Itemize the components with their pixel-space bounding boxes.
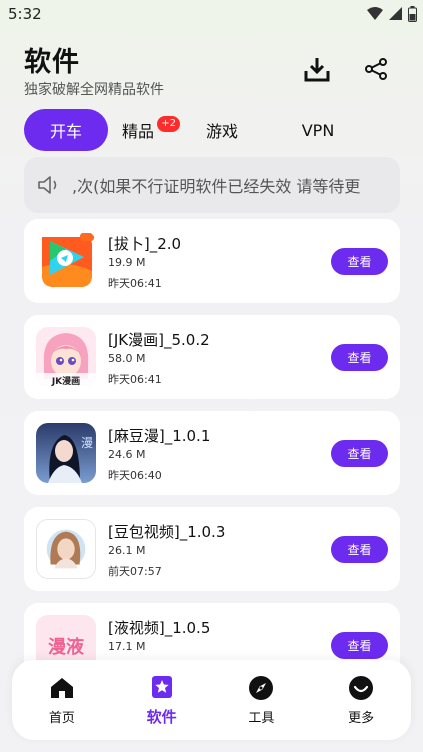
app-name: [液视频]_1.0.5 [108, 619, 211, 637]
download-button[interactable] [302, 54, 332, 84]
nav-label: 首页 [48, 710, 75, 726]
app-name: [麻豆漫]_1.0.1 [108, 427, 211, 445]
battery-icon [408, 6, 417, 22]
download-icon [304, 58, 330, 82]
svg-text:漫: 漫 [81, 436, 93, 450]
svg-text:JK漫画: JK漫画 [51, 375, 80, 387]
view-button[interactable]: 查看 [331, 248, 388, 275]
view-button[interactable]: 查看 [331, 632, 388, 659]
nav-label: 软件 [146, 707, 177, 726]
home-icon [49, 675, 75, 701]
app-time: 昨天06:41 [108, 373, 162, 386]
status-bar: 5:32 [0, 0, 423, 30]
smile-icon [348, 675, 374, 701]
category-tabs: 开车 精品 +2 游戏 VPN [24, 109, 348, 151]
nav-label: 工具 [248, 710, 275, 726]
app-size: 58.0 M [108, 352, 146, 365]
nav-label: 更多 [348, 710, 375, 726]
nav-software[interactable]: 软件 [112, 660, 212, 740]
app-time: 昨天06:40 [108, 469, 162, 482]
list-item[interactable]: [豆包视频]_1.0.3 26.1 M 前天07:57 查看 [24, 507, 400, 591]
view-button[interactable]: 查看 [331, 536, 388, 563]
speaker-icon [38, 176, 57, 194]
app-name: [豆包视频]_1.0.3 [108, 523, 226, 541]
bottom-nav: 首页 软件 工具 更多 [12, 660, 411, 740]
list-item[interactable]: JK漫画 [JK漫画]_5.0.2 58.0 M 昨天06:41 查看 [24, 315, 400, 399]
app-icon-jk-manhua: JK漫画 [36, 327, 96, 387]
notice-bar[interactable]: ,次(如果不行证明软件已经失效 请等待更 [24, 157, 400, 213]
page-title: 软件 [24, 47, 80, 78]
tab-kaiche[interactable]: 开车 [24, 109, 108, 151]
page-subtitle: 独家破解全网精品软件 [24, 82, 164, 98]
app-time: 前天07:57 [108, 565, 162, 578]
app-size: 19.9 M [108, 256, 146, 269]
app-icon-madou-man: 漫 [36, 423, 96, 483]
svg-text:漫液: 漫液 [48, 636, 85, 658]
app-size: 24.6 M [108, 448, 146, 461]
app-time: 昨天06:41 [108, 277, 162, 290]
app-list: [拔卜]_2.0 19.9 M 昨天06:41 查看 JK漫画 [JK漫画]_5… [24, 219, 400, 699]
nav-tools[interactable]: 工具 [212, 660, 312, 740]
view-button[interactable]: 查看 [331, 440, 388, 467]
app-size: 26.1 M [108, 544, 146, 557]
nav-more[interactable]: 更多 [311, 660, 411, 740]
star-icon [149, 674, 175, 700]
tab-vpn[interactable]: VPN [288, 109, 348, 151]
app-icon-doubao-video [36, 519, 96, 579]
status-time: 5:32 [8, 5, 42, 23]
share-icon [365, 58, 387, 80]
app-name: [拔卜]_2.0 [108, 235, 182, 253]
tab-games[interactable]: 游戏 [192, 109, 252, 151]
tab-badge: +2 [157, 116, 180, 132]
view-button[interactable]: 查看 [331, 344, 388, 371]
compass-icon [248, 675, 274, 701]
notice-text: ,次(如果不行证明软件已经失效 请等待更 [72, 177, 361, 196]
list-item[interactable]: 漫 [麻豆漫]_1.0.1 24.6 M 昨天06:40 查看 [24, 411, 400, 495]
signal-icon [389, 7, 402, 20]
wifi-icon [367, 7, 383, 20]
app-name: [JK漫画]_5.0.2 [108, 331, 210, 349]
list-item[interactable]: [拔卜]_2.0 19.9 M 昨天06:41 查看 [24, 219, 400, 303]
app-icon-babu [36, 231, 96, 291]
app-size: 17.1 M [108, 640, 146, 653]
nav-home[interactable]: 首页 [12, 660, 112, 740]
tab-jingpin[interactable]: 精品 +2 [122, 109, 182, 151]
share-button[interactable] [361, 54, 391, 84]
